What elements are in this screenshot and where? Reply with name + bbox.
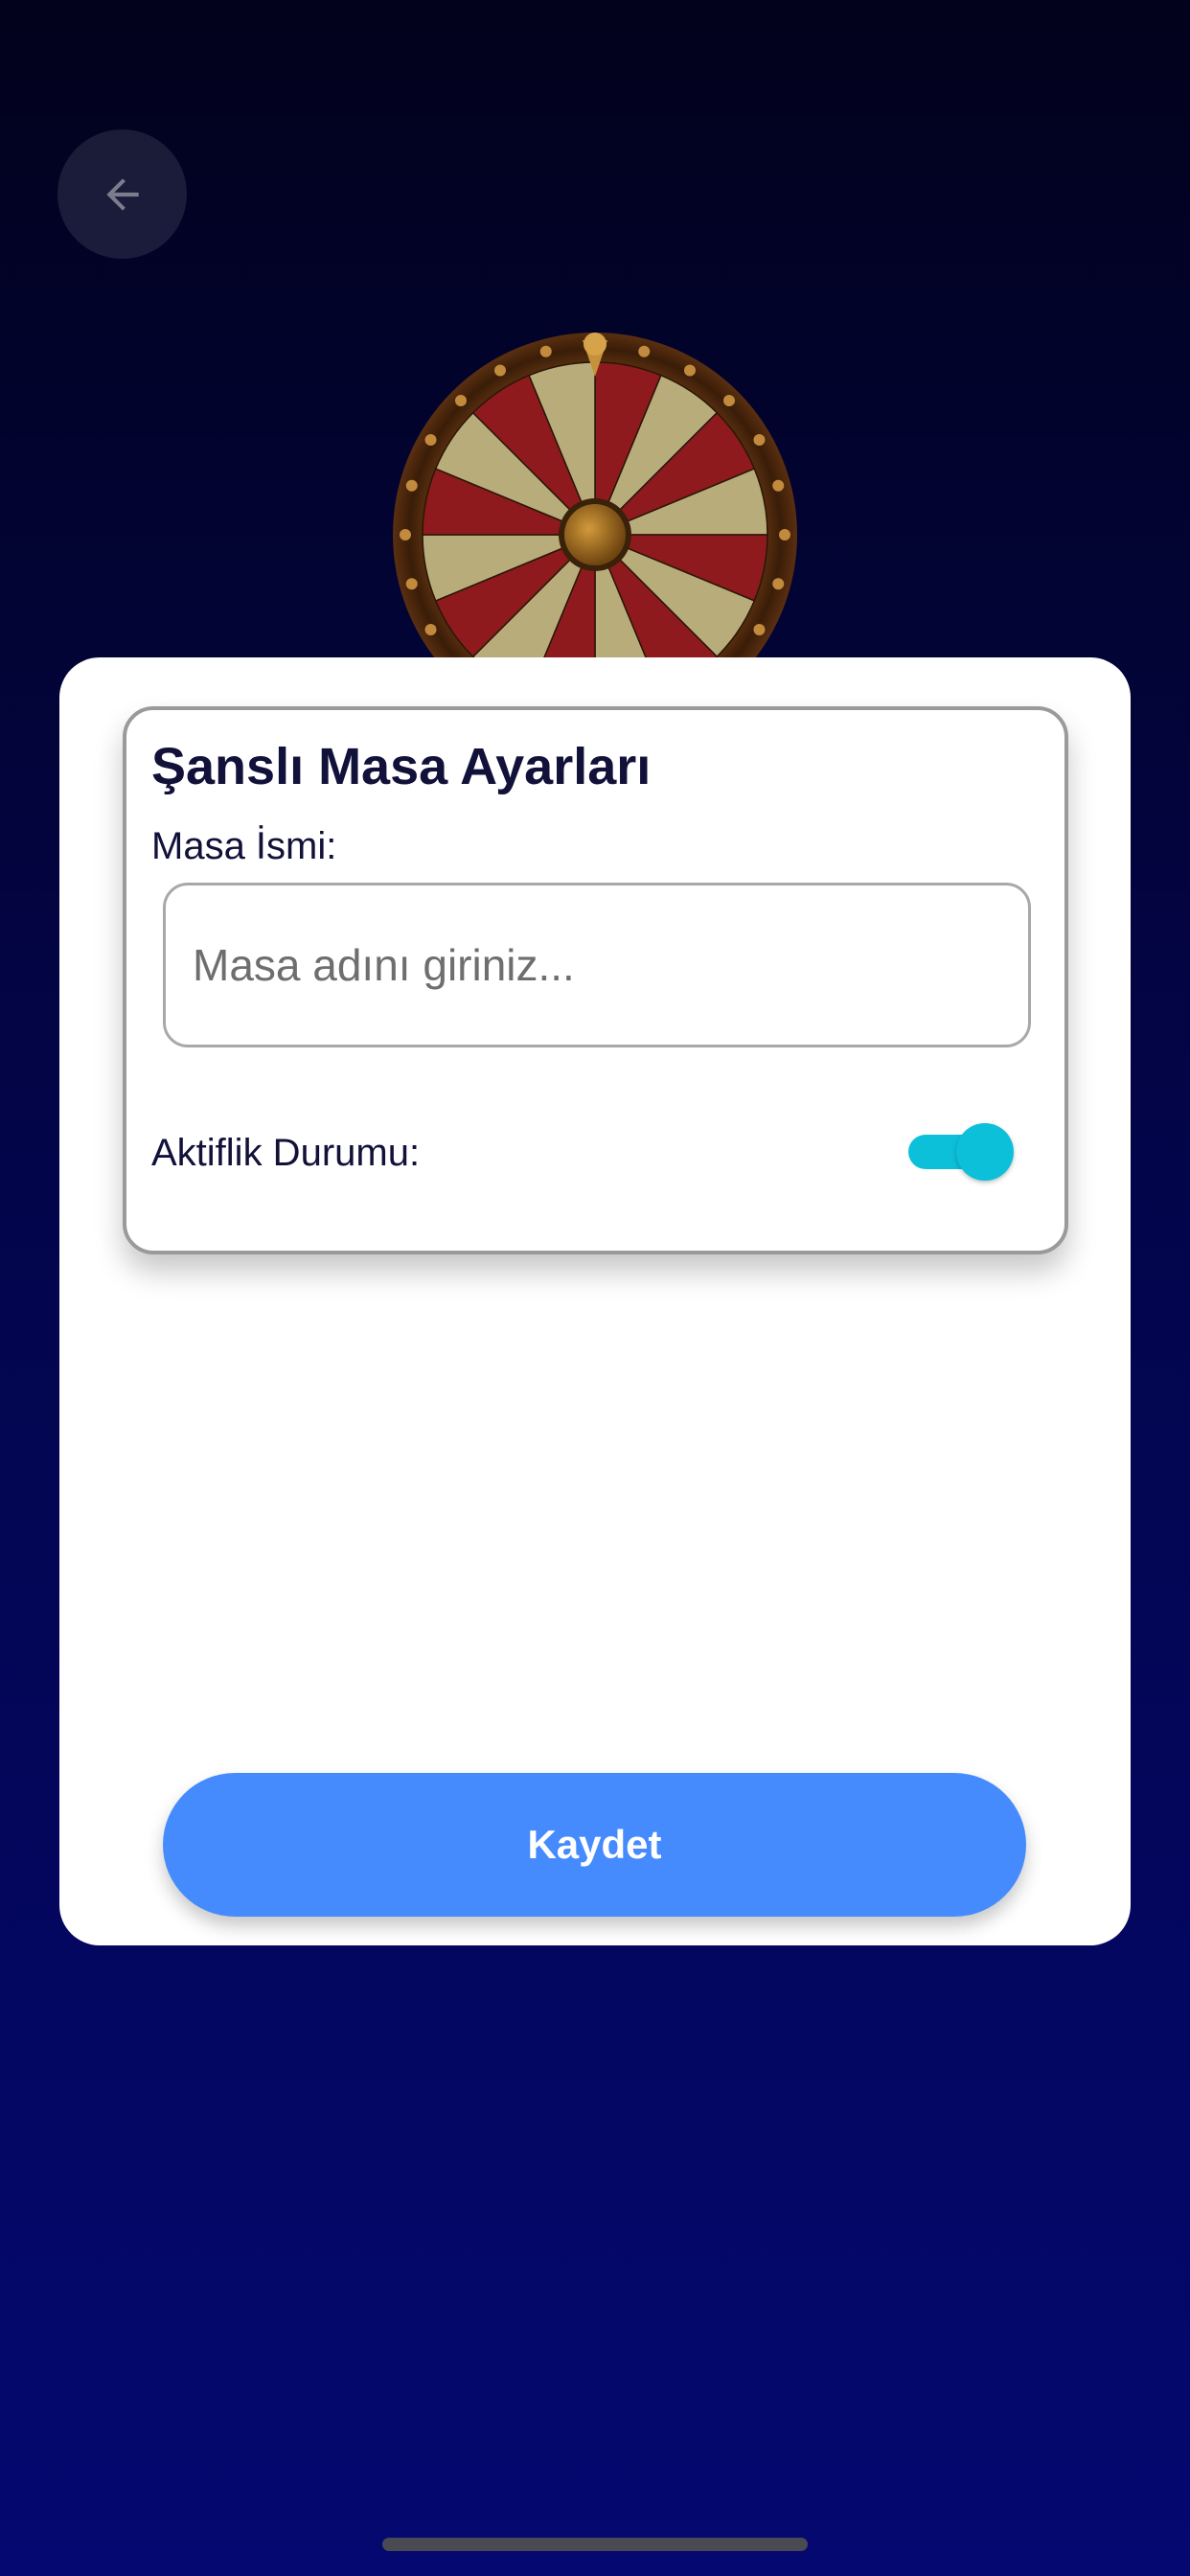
active-status-label: Aktiflik Durumu: bbox=[151, 1132, 421, 1174]
wheel-bulb bbox=[772, 578, 785, 590]
home-indicator bbox=[382, 2538, 808, 2551]
settings-card: Şanslı Masa Ayarları Masa İsmi: Aktiflik… bbox=[123, 706, 1068, 1254]
wheel-bulb bbox=[753, 434, 766, 446]
back-button[interactable] bbox=[57, 129, 187, 259]
wheel-bulb bbox=[779, 529, 790, 540]
active-status-toggle[interactable] bbox=[908, 1122, 1014, 1182]
save-button[interactable]: Kaydet bbox=[163, 1773, 1026, 1917]
wheel-bulb bbox=[753, 624, 766, 635]
toggle-thumb bbox=[956, 1123, 1014, 1181]
settings-modal: Şanslı Masa Ayarları Masa İsmi: Aktiflik… bbox=[59, 657, 1131, 1945]
wheel-bulb bbox=[405, 578, 418, 590]
wheel-bulb bbox=[454, 394, 467, 406]
wheel-bulb bbox=[405, 479, 418, 492]
table-name-input[interactable] bbox=[163, 883, 1031, 1047]
wheel-bulb bbox=[772, 479, 785, 492]
wheel-bulb bbox=[638, 345, 651, 357]
table-name-label: Masa İsmi: bbox=[151, 825, 337, 867]
wheel-bulb bbox=[424, 624, 437, 635]
wheel-bulb bbox=[424, 434, 437, 446]
card-title: Şanslı Masa Ayarları bbox=[151, 738, 652, 795]
wheel-hub bbox=[564, 504, 626, 565]
wheel-bulb bbox=[494, 364, 506, 377]
wheel-bulb bbox=[684, 364, 696, 377]
wheel-bulb bbox=[400, 529, 411, 540]
wheel-bulb bbox=[539, 345, 552, 357]
wheel-bulb bbox=[723, 394, 736, 406]
arrow-left-icon bbox=[105, 177, 139, 211]
